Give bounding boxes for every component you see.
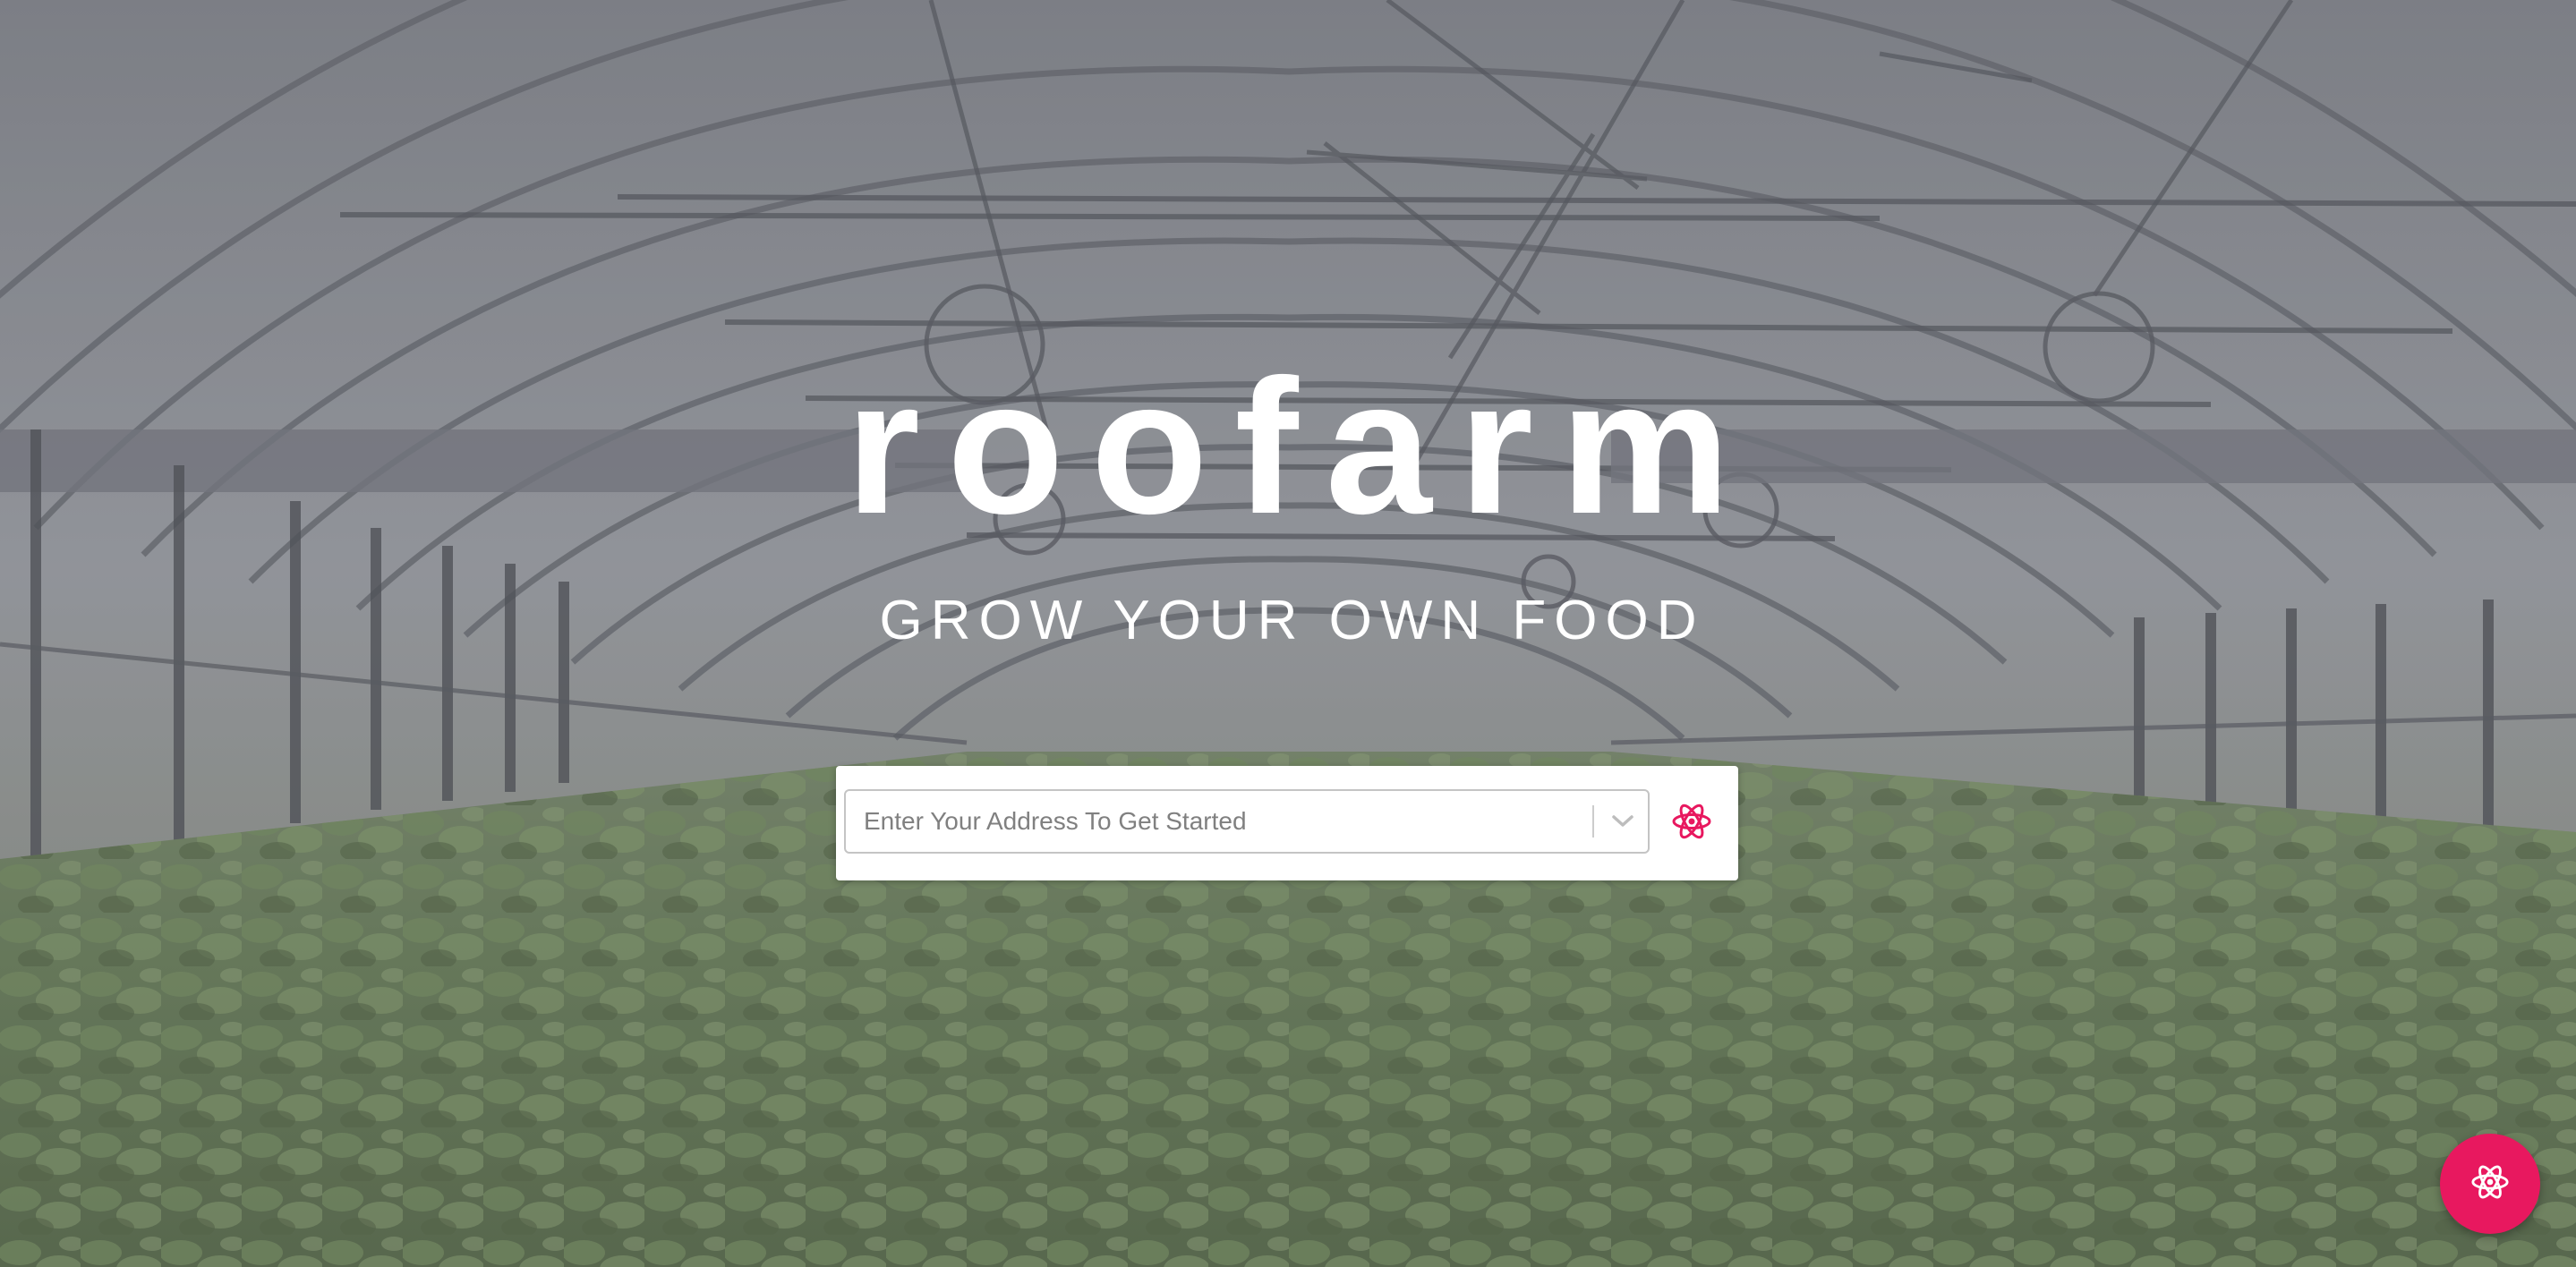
floating-action-button[interactable] (2440, 1134, 2540, 1234)
atom-icon (2469, 1161, 2511, 1207)
select-divider (1592, 805, 1594, 838)
brand-logo-text: roofarm (845, 340, 1758, 554)
atom-icon (1665, 795, 1719, 848)
tagline: GROW YOUR OWN FOOD (879, 590, 1705, 651)
address-select[interactable] (844, 789, 1650, 854)
hero-section: roofarm GROW YOUR OWN FOOD (0, 0, 2576, 1267)
address-search-card (836, 766, 1738, 880)
address-search-input[interactable] (846, 791, 1562, 852)
chevron-down-icon[interactable] (1598, 791, 1648, 852)
